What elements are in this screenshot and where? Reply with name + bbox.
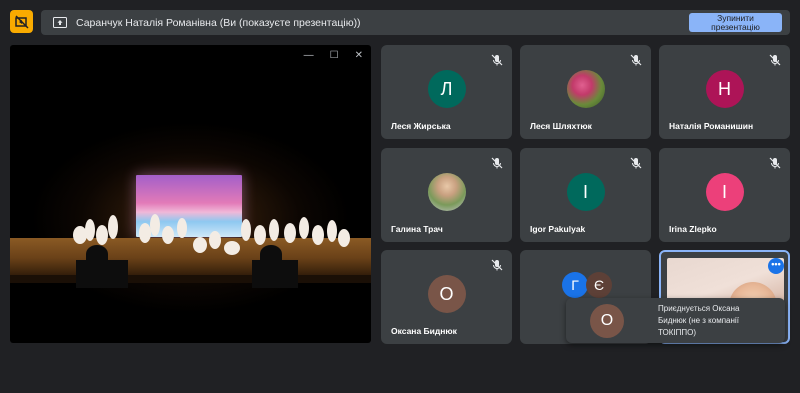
avatar: О (590, 303, 624, 338)
present-screen-icon (53, 17, 67, 28)
mic-off-icon (769, 157, 781, 169)
close-icon[interactable]: ✕ (355, 50, 363, 61)
maximize-icon[interactable]: ☐ (330, 50, 339, 61)
avatar: О (427, 275, 466, 314)
mic-off-icon (491, 259, 503, 271)
participant-tile[interactable]: Леся Шляхтюк (520, 45, 651, 139)
avatar: I (705, 173, 744, 212)
avatar: Г (562, 272, 588, 298)
participant-name: Igor Pakulyak (530, 224, 586, 234)
present-mode-icon[interactable] (10, 10, 33, 33)
participant-name: Леся Жирська (391, 121, 451, 131)
participant-name: Irina Zlepko (669, 224, 717, 234)
mic-off-icon (491, 54, 503, 66)
avatar-photo (427, 173, 466, 212)
window-controls: — ☐ ✕ (304, 50, 363, 61)
more-options-button[interactable]: ••• (768, 258, 784, 274)
participant-tile[interactable]: О Оксана Биднюк (381, 250, 512, 344)
participant-tile[interactable]: I Igor Pakulyak (520, 148, 651, 242)
presentation-view: — ☐ ✕ (10, 45, 371, 343)
avatar: Н (705, 70, 744, 109)
join-notification: О Приєднується Оксана Биднюк (не з компа… (566, 298, 785, 343)
dancers-group (73, 214, 350, 255)
presenter-label: Саранчук Наталія Романівна (Ви (показуєт… (76, 16, 361, 29)
avatar: I (566, 173, 605, 212)
participant-name: Наталія Романишин (669, 121, 754, 131)
participant-tile[interactable]: Н Наталія Романишин (659, 45, 790, 139)
participant-tile[interactable]: I Irina Zlepko (659, 148, 790, 242)
avatar-photo (566, 70, 605, 109)
stop-label-line2: презентацію (711, 22, 760, 32)
participant-tile[interactable]: Галина Трач (381, 148, 512, 242)
mic-off-icon (630, 157, 642, 169)
join-notification-text: Приєднується Оксана Биднюк (не з компані… (658, 303, 740, 337)
stop-presenting-button[interactable]: Зупинити презентацію (689, 13, 782, 32)
avatar: Л (427, 70, 466, 109)
mic-off-icon (769, 54, 781, 66)
participant-name: Галина Трач (391, 224, 443, 234)
mic-off-icon (491, 157, 503, 169)
participant-tile[interactable]: Л Леся Жирська (381, 45, 512, 139)
participant-name: Леся Шляхтюк (530, 121, 592, 131)
minimize-icon[interactable]: — (304, 50, 314, 61)
participant-name: Оксана Биднюк (391, 326, 457, 336)
mic-off-icon (630, 54, 642, 66)
avatar: Є (586, 272, 612, 298)
presenting-banner: Саранчук Наталія Романівна (Ви (показуєт… (41, 10, 790, 35)
